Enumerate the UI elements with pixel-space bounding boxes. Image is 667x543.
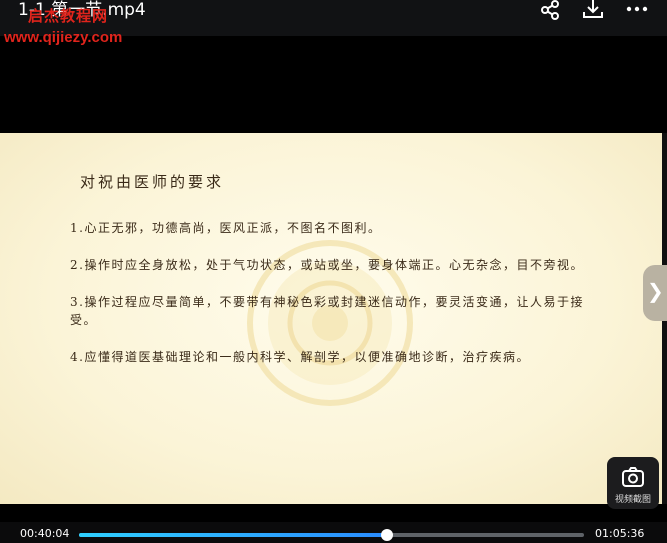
download-icon[interactable] [580,0,606,20]
slide-title: 对祝由医师的要求 [80,173,225,191]
list-item: 2.操作时应全身放松，处于气功状态，或站或坐，要身体端正。心无杂念，目不旁视。 [70,258,584,272]
camera-icon [622,467,644,487]
list-item: 1.心正无邪，功德高尚，医风正派，不图名不图利。 [70,221,382,235]
total-time: 01:05:36 [595,527,645,540]
list-item: 3.操作过程应尽量简单，不要带有神秘色彩或封建迷信动作，要灵活变通，让人易于接受… [70,295,584,327]
watermark-url: www.qijiezy.com [4,29,123,46]
more-icon[interactable] [624,0,650,20]
progress-thumb[interactable] [381,529,394,541]
screenshot-label: 视频截图 [614,495,651,505]
next-button[interactable]: ❯ [643,265,667,321]
current-time: 00:40:04 [20,527,70,540]
share-icon[interactable] [537,0,563,20]
video-frame[interactable]: 对祝由医师的要求 1.心正无邪，功德高尚，医风正派，不图名不图利。 2.操作时应… [0,133,667,504]
progress-track[interactable] [79,529,584,541]
screenshot-button[interactable]: 视频截图 [607,457,659,509]
chevron-right-icon: ❯ [647,279,664,303]
slide-list: 1.心正无邪，功德高尚，医风正派，不图名不图利。 2.操作时应全身放松，处于气功… [70,219,590,385]
watermark-name: 启杰教程网 [28,7,109,25]
playback-bar: 00:40:04 01:05:36 [0,522,667,543]
progress-fill [79,533,388,537]
list-item: 4.应懂得道医基础理论和一般内科学、解剖学，以便准确地诊断，治疗疾病。 [70,350,530,364]
